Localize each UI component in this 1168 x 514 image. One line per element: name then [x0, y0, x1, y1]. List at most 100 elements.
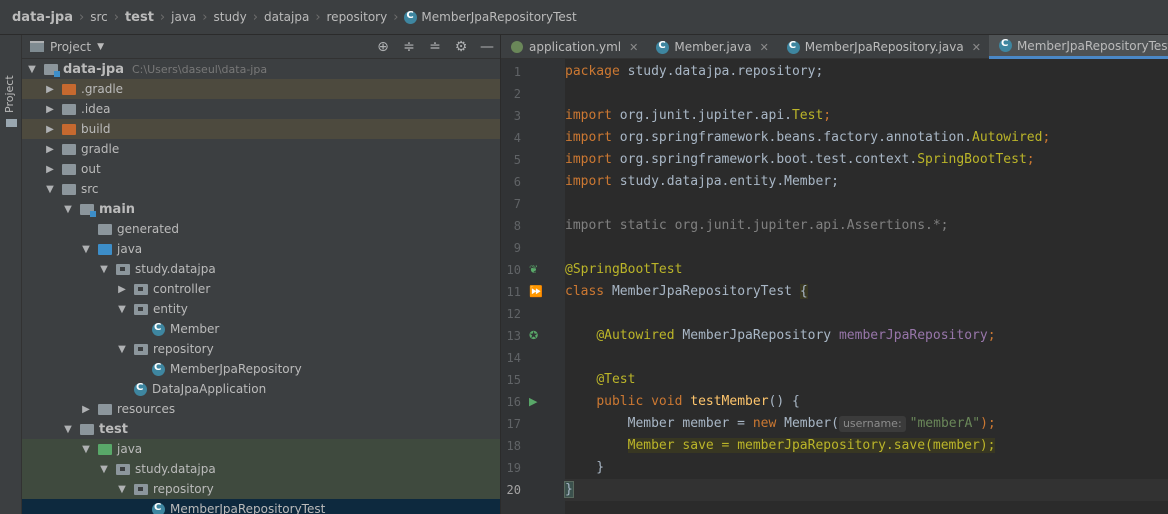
tree-item[interactable]: ▼ repository — [22, 479, 500, 499]
tree-item[interactable]: ▶ .idea — [22, 99, 500, 119]
editor: application.yml✕ Member.java✕ MemberJpaR… — [501, 35, 1168, 514]
breadcrumb-item[interactable]: src — [90, 10, 108, 24]
chevron-right-icon[interactable]: ▶ — [80, 404, 92, 415]
module-folder-icon — [80, 203, 96, 217]
tree-item[interactable]: ▼ study.datajpa — [22, 259, 500, 279]
package-icon — [116, 463, 130, 475]
chevron-right-icon[interactable]: ▶ — [44, 144, 56, 155]
warning-highlight: Member save = memberJpaRepository.save(m… — [627, 438, 996, 453]
chevron-right-icon[interactable]: ▶ — [44, 124, 56, 135]
chevron-right-icon[interactable]: ▶ — [44, 84, 56, 95]
chevron-down-icon[interactable]: ▼ — [97, 42, 104, 52]
breadcrumb-item[interactable]: repository — [327, 10, 388, 24]
chevron-down-icon[interactable]: ▼ — [44, 184, 56, 195]
project-icon — [30, 41, 44, 52]
close-icon[interactable]: ✕ — [972, 41, 981, 54]
tree-item[interactable]: ▶ .gradle — [22, 79, 500, 99]
tab-member-java[interactable]: Member.java✕ — [646, 35, 776, 59]
chevron-down-icon[interactable]: ▼ — [98, 464, 110, 475]
spring-bean-icon[interactable]: ❦ — [529, 263, 538, 276]
package-icon — [134, 303, 148, 315]
chevron-down-icon[interactable]: ▼ — [116, 484, 128, 495]
folder-icon — [62, 163, 76, 175]
breadcrumb-item[interactable]: datajpa — [264, 10, 309, 24]
project-panel: Project ▼ ⊕ ≑ ≐ ⚙ — ▼ data-jpa C:\Users\da… — [22, 35, 500, 514]
package-icon — [134, 483, 148, 495]
chevron-down-icon[interactable]: ▼ — [116, 344, 128, 355]
test-source-folder-icon — [98, 443, 112, 455]
run-test-icon[interactable]: ▶ — [529, 395, 537, 408]
project-tool-window-button[interactable]: Project — [3, 75, 16, 113]
close-icon[interactable]: ✕ — [629, 41, 638, 54]
chevron-down-icon[interactable]: ▼ — [98, 264, 110, 275]
editor-tabs: application.yml✕ Member.java✕ MemberJpaR… — [501, 35, 1168, 59]
expand-all-icon[interactable]: ≑ — [402, 39, 416, 55]
tree-item[interactable]: ▶generated — [22, 219, 500, 239]
matched-brace: } — [564, 481, 574, 498]
tree-item[interactable]: ▶ controller — [22, 279, 500, 299]
tree-item[interactable]: ▼ data-jpa C:\Users\daseul\data-jpa — [22, 59, 500, 79]
tree-item[interactable]: ▼ repository — [22, 339, 500, 359]
class-icon — [152, 362, 165, 376]
chevron-down-icon[interactable]: ▼ — [116, 304, 128, 315]
tree-item[interactable]: ▶ out — [22, 159, 500, 179]
chevron-right-icon[interactable]: ▶ — [116, 284, 128, 295]
spring-boot-class-icon — [134, 382, 147, 396]
tree-item[interactable]: ▼ java — [22, 239, 500, 259]
tree-item[interactable]: ▼ test — [22, 419, 500, 439]
breadcrumb-item[interactable]: study — [213, 10, 246, 24]
chevron-down-icon[interactable]: ▼ — [26, 64, 38, 75]
chevron-down-icon[interactable]: ▼ — [80, 244, 92, 255]
chevron-right-icon[interactable]: ▶ — [44, 104, 56, 115]
project-tree: ▼ data-jpa C:\Users\daseul\data-jpa ▶ .grad… — [22, 59, 500, 514]
source-folder-icon — [98, 243, 112, 255]
tree-item[interactable]: ▶Member — [22, 319, 500, 339]
breadcrumb: data-jpa › src › test › java › study › datajp… — [0, 0, 1168, 35]
tree-item-selected[interactable]: ▶MemberJpaRepositoryTest — [22, 499, 500, 514]
code-area[interactable]: package study.datajpa.repository; import… — [564, 59, 1168, 514]
chevron-right-icon[interactable]: ▶ — [44, 164, 56, 175]
collapse-all-icon[interactable]: ≐ — [428, 39, 442, 55]
locate-icon[interactable]: ⊕ — [376, 39, 390, 55]
autowired-navigate-icon[interactable]: ✪ — [529, 329, 538, 342]
chevron-down-icon[interactable]: ▼ — [80, 444, 92, 455]
tool-window-strip: Project — [0, 35, 22, 514]
folder-icon — [62, 143, 76, 155]
breadcrumb-item[interactable]: data-jpa — [12, 10, 73, 25]
tree-item[interactable]: ▶ build — [22, 119, 500, 139]
folder-icon — [62, 123, 76, 135]
breadcrumb-item[interactable]: java — [171, 10, 196, 24]
run-all-tests-icon[interactable]: ⏩ — [529, 285, 543, 298]
breadcrumb-item[interactable]: MemberJpaRepositoryTest — [421, 10, 576, 24]
editor-gutter: 1 2 3 4 5 6 7 8 9 10 11 12 13 14 15 16 1… — [501, 59, 565, 514]
project-panel-header: Project ▼ ⊕ ≑ ≐ ⚙ — — [22, 35, 500, 59]
chevron-down-icon[interactable]: ▼ — [62, 424, 74, 435]
test-class-icon — [404, 10, 418, 24]
tree-item[interactable]: ▼ src — [22, 179, 500, 199]
chevron-down-icon[interactable]: ▼ — [62, 204, 74, 215]
tree-item[interactable]: ▼ main — [22, 199, 500, 219]
package-icon — [134, 343, 148, 355]
tab-member-jpa-repository-test[interactable]: MemberJpaRepositoryTest.java✕ — [988, 35, 1168, 59]
folder-icon — [62, 83, 76, 95]
yaml-file-icon — [511, 41, 523, 53]
tab-member-jpa-repository[interactable]: MemberJpaRepository.java✕ — [777, 35, 989, 59]
class-icon — [786, 40, 800, 54]
tree-item[interactable]: ▼ java — [22, 439, 500, 459]
tree-item[interactable]: ▶MemberJpaRepository — [22, 359, 500, 379]
folder-icon — [62, 103, 76, 115]
folder-icon — [6, 119, 17, 127]
tree-item[interactable]: ▶ resources — [22, 399, 500, 419]
breadcrumb-item[interactable]: test — [125, 10, 154, 25]
project-view-selector[interactable]: Project — [50, 40, 91, 54]
tree-item[interactable]: ▼ study.datajpa — [22, 459, 500, 479]
gear-icon[interactable]: ⚙ — [454, 39, 468, 55]
tree-item[interactable]: ▶DataJpaApplication — [22, 379, 500, 399]
tree-item[interactable]: ▶ gradle — [22, 139, 500, 159]
close-icon[interactable]: ✕ — [760, 41, 769, 54]
package-icon — [134, 283, 148, 295]
minimize-icon[interactable]: — — [480, 39, 494, 55]
tree-item[interactable]: ▼ entity — [22, 299, 500, 319]
tab-application-yml[interactable]: application.yml ✕ — [501, 35, 646, 59]
folder-icon — [62, 183, 76, 195]
